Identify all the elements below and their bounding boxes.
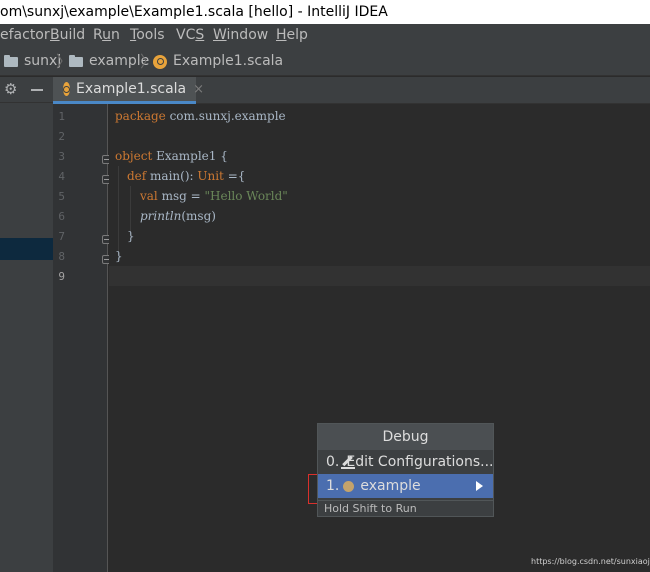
gear-icon[interactable]: ⚙ (4, 82, 18, 97)
breadcrumb-file[interactable]: Example1.scala (153, 47, 283, 76)
editor-gutter: 1 2 3 4 5 6 7 8 9 (53, 104, 111, 572)
code-line-5: val msg = "Hello World" (140, 189, 288, 203)
code-line-3: object Example1 { (115, 149, 228, 163)
debug-popup: Debug 0. Edit Configurations... 1. examp… (317, 423, 494, 517)
navigation-bar: sunxj 〉 example 〉 Example1.scala (0, 47, 650, 76)
scala-object-icon (153, 54, 167, 69)
project-sidebar: ⚙ (0, 77, 53, 572)
popup-hint: Hold Shift to Run (318, 500, 493, 516)
menu-build[interactable]: Build (50, 24, 85, 47)
close-tab-icon[interactable]: × (193, 82, 204, 97)
sidebar-toolbar: ⚙ (0, 77, 53, 103)
menu-run[interactable]: Run (93, 24, 120, 47)
breadcrumb-example[interactable]: example (69, 47, 149, 76)
window-title: om\sunxj\example\Example1.scala [hello] … (0, 0, 650, 24)
folder-icon (69, 54, 83, 67)
line-number: 1 (58, 110, 65, 123)
watermark: https://blog.csdn.net/sunxiaoju (531, 557, 650, 566)
code-line-6: println(msg) (140, 209, 216, 223)
line-number: 7 (58, 230, 65, 243)
indent-guide (118, 166, 119, 254)
menu-tools[interactable]: Tools (130, 24, 165, 47)
popup-title: Debug (318, 424, 493, 450)
current-line-highlight (109, 266, 650, 286)
menu-bar: efactor Build Run Tools VCS Window Help (0, 24, 650, 47)
collapse-icon[interactable] (31, 89, 43, 91)
editor-tab-bar: Example1.scala × (53, 77, 650, 104)
menu-window[interactable]: Window (213, 24, 268, 47)
line-number: 2 (58, 130, 65, 143)
selected-tree-row[interactable] (0, 238, 53, 260)
line-number: 5 (58, 190, 65, 203)
tab-example1-scala[interactable]: Example1.scala × (53, 77, 204, 104)
code-line-1: package com.sunxj.example (115, 109, 286, 123)
scala-object-icon (63, 82, 70, 96)
menu-refactor[interactable]: efactor (0, 24, 50, 47)
menu-vcs[interactable]: VCS (176, 24, 204, 47)
line-number: 4 (58, 170, 65, 183)
code-line-4: def main(): Unit ={ (127, 169, 246, 183)
breadcrumb-sunxj[interactable]: sunxj (4, 47, 61, 76)
line-number: 6 (58, 210, 65, 223)
menu-help[interactable]: Help (276, 24, 308, 47)
edit-configurations-item[interactable]: 0. Edit Configurations... (318, 450, 494, 474)
submenu-arrow-icon[interactable] (476, 481, 483, 491)
run-configuration-icon (343, 480, 355, 492)
line-number: 3 (58, 150, 65, 163)
code-line-7: } (127, 229, 135, 243)
run-config-example-item[interactable]: 1. example (318, 474, 493, 498)
folder-icon (4, 54, 18, 67)
code-line-8: } (115, 249, 123, 263)
line-number-current: 9 (58, 270, 65, 283)
line-number: 8 (58, 250, 65, 263)
